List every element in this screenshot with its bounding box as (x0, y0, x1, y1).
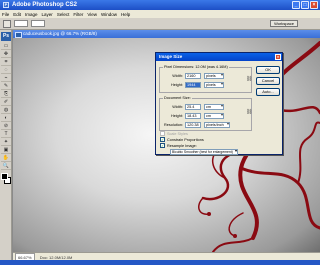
chain-link-icon: ⛓ (246, 76, 253, 82)
resample-image-label: Resample Image: (167, 143, 197, 148)
menu-help[interactable]: Help (121, 12, 130, 17)
pixel-width-unit-select[interactable]: pixels (204, 73, 224, 79)
pixel-dimensions-legend: Pixel Dimensions: 12.0M (was 4.16M) (163, 65, 229, 69)
menu-edit[interactable]: Edit (13, 12, 21, 17)
constrain-proportions-checkbox[interactable]: ✓ Constrain Proportions (160, 137, 204, 142)
resolution-label: Resolution: (164, 123, 183, 127)
menu-window[interactable]: Window (101, 12, 117, 17)
close-icon[interactable]: × (310, 1, 318, 9)
doc-width-field[interactable]: 25.4 (185, 104, 201, 110)
clone-stamp-tool[interactable]: ⎘ (1, 91, 11, 98)
pixel-height-unit-select[interactable]: pixels (204, 82, 224, 88)
doc-height-label: Height: (170, 114, 183, 118)
toolbox: Ps ▭ ✥ ⌗ ◌ ⌁ ✎ ⎘ ✐ ◍ ◐ ⊘ T ✦ ▣ ✋ 🔍 (0, 30, 12, 260)
slice-tool[interactable]: ⌁ (1, 75, 11, 82)
app-title-bar: P Adobe Photoshop CS2 _ □ × (0, 0, 320, 10)
pen-tool[interactable]: ✦ (1, 139, 11, 146)
status-bar: 66.67% Doc: 12.0M/12.0M (13, 252, 320, 262)
resolution-unit-select[interactable]: pixels/inch (204, 122, 230, 128)
hand-tool[interactable]: ✋ (1, 155, 11, 162)
options-control[interactable] (31, 20, 45, 27)
brush-tool[interactable]: ✎ (1, 83, 11, 90)
maximize-icon[interactable]: □ (301, 1, 309, 9)
close-icon[interactable]: × (275, 54, 281, 60)
ok-button[interactable]: OK (256, 66, 280, 74)
document-title[interactable]: caduceusbook.jpg @ 66.7% (RGB/8) (13, 30, 320, 38)
pixel-height-label: Height: (170, 83, 183, 87)
doc-height-field[interactable]: 18.43 (185, 113, 201, 119)
shape-tool[interactable]: ▣ (1, 147, 11, 154)
checkbox-box[interactable] (160, 131, 165, 136)
options-control[interactable] (14, 20, 28, 27)
type-tool[interactable]: T (1, 131, 11, 138)
lasso-tool[interactable]: ◌ (1, 67, 11, 74)
menu-image[interactable]: Image (25, 12, 38, 17)
options-bar: Workspace (0, 18, 320, 30)
doc-height-row: Height: 18.43 cm (161, 113, 224, 119)
tool-preset-picker[interactable] (3, 19, 11, 28)
document-size-group: Document Size: Width: 25.4 cm Height: 18… (159, 96, 253, 131)
resolution-field[interactable]: 120.38 (185, 122, 201, 128)
doc-width-row: Width: 25.4 cm (161, 104, 224, 110)
taskbar (0, 260, 320, 265)
app-title: Adobe Photoshop CS2 (12, 2, 77, 8)
constrain-proportions-label: Constrain Proportions (167, 137, 204, 142)
zoom-tool[interactable]: 🔍 (1, 163, 11, 170)
document-size-legend: Document Size: (163, 96, 192, 100)
dodge-tool[interactable]: ⊘ (1, 123, 11, 130)
menu-select[interactable]: Select (57, 12, 70, 17)
scale-styles-label: Scale Styles (167, 131, 188, 136)
pixel-dimensions-group: Pixel Dimensions: 12.0M (was 4.16M) Widt… (159, 65, 253, 93)
pixel-height-field[interactable]: 1944 (185, 82, 201, 88)
resample-method-select[interactable]: Bicubic Smoother (best for enlargement) (170, 149, 238, 155)
image-size-dialog: Image Size × Pixel Dimensions: 12.0M (wa… (155, 52, 283, 155)
move-tool[interactable]: ✥ (1, 51, 11, 58)
doc-height-unit-select[interactable]: cm (204, 113, 224, 119)
chain-link-icon: ⛓ (246, 109, 253, 115)
cancel-button[interactable]: Cancel (256, 77, 280, 85)
scale-styles-checkbox[interactable]: Scale Styles (160, 131, 188, 136)
marquee-tool[interactable]: ▭ (1, 43, 11, 50)
checkmark-icon[interactable]: ✓ (160, 137, 165, 142)
menu-filter[interactable]: Filter (73, 12, 83, 17)
menu-layer[interactable]: Layer (42, 12, 53, 17)
color-swatches[interactable] (1, 173, 11, 187)
dialog-title-bar[interactable]: Image Size × (156, 53, 282, 61)
photoshop-app-icon: P (3, 2, 9, 8)
menu-bar: File Edit Image Layer Select Filter View… (0, 10, 320, 18)
menu-view[interactable]: View (87, 12, 97, 17)
minimize-icon[interactable]: _ (292, 1, 300, 9)
crop-tool[interactable]: ⌗ (1, 59, 11, 66)
dialog-title: Image Size (159, 54, 183, 59)
resample-image-checkbox[interactable]: ✓ Resample Image: (160, 143, 197, 148)
eraser-tool[interactable]: ◍ (1, 107, 11, 114)
resolution-row: Resolution: 120.38 pixels/inch (161, 122, 230, 128)
photoshop-logo[interactable]: Ps (1, 32, 11, 41)
pixel-height-row: Height: 1944 pixels (161, 82, 224, 88)
doc-width-unit-select[interactable]: cm (204, 104, 224, 110)
auto-button[interactable]: Auto... (256, 88, 280, 96)
pixel-width-field[interactable]: 2160 (185, 73, 201, 79)
doc-width-label: Width: (172, 105, 183, 109)
workspace-button[interactable]: Workspace (270, 20, 298, 27)
pixel-width-row: Width: 2160 pixels (161, 73, 224, 79)
window-controls: _ □ × (292, 1, 318, 9)
gradient-tool[interactable]: ◐ (1, 115, 11, 122)
menu-file[interactable]: File (2, 12, 9, 17)
history-brush-tool[interactable]: ✐ (1, 99, 11, 106)
pixel-width-label: Width: (172, 74, 183, 78)
checkmark-icon[interactable]: ✓ (160, 143, 165, 148)
foreground-color-swatch[interactable] (1, 173, 8, 180)
